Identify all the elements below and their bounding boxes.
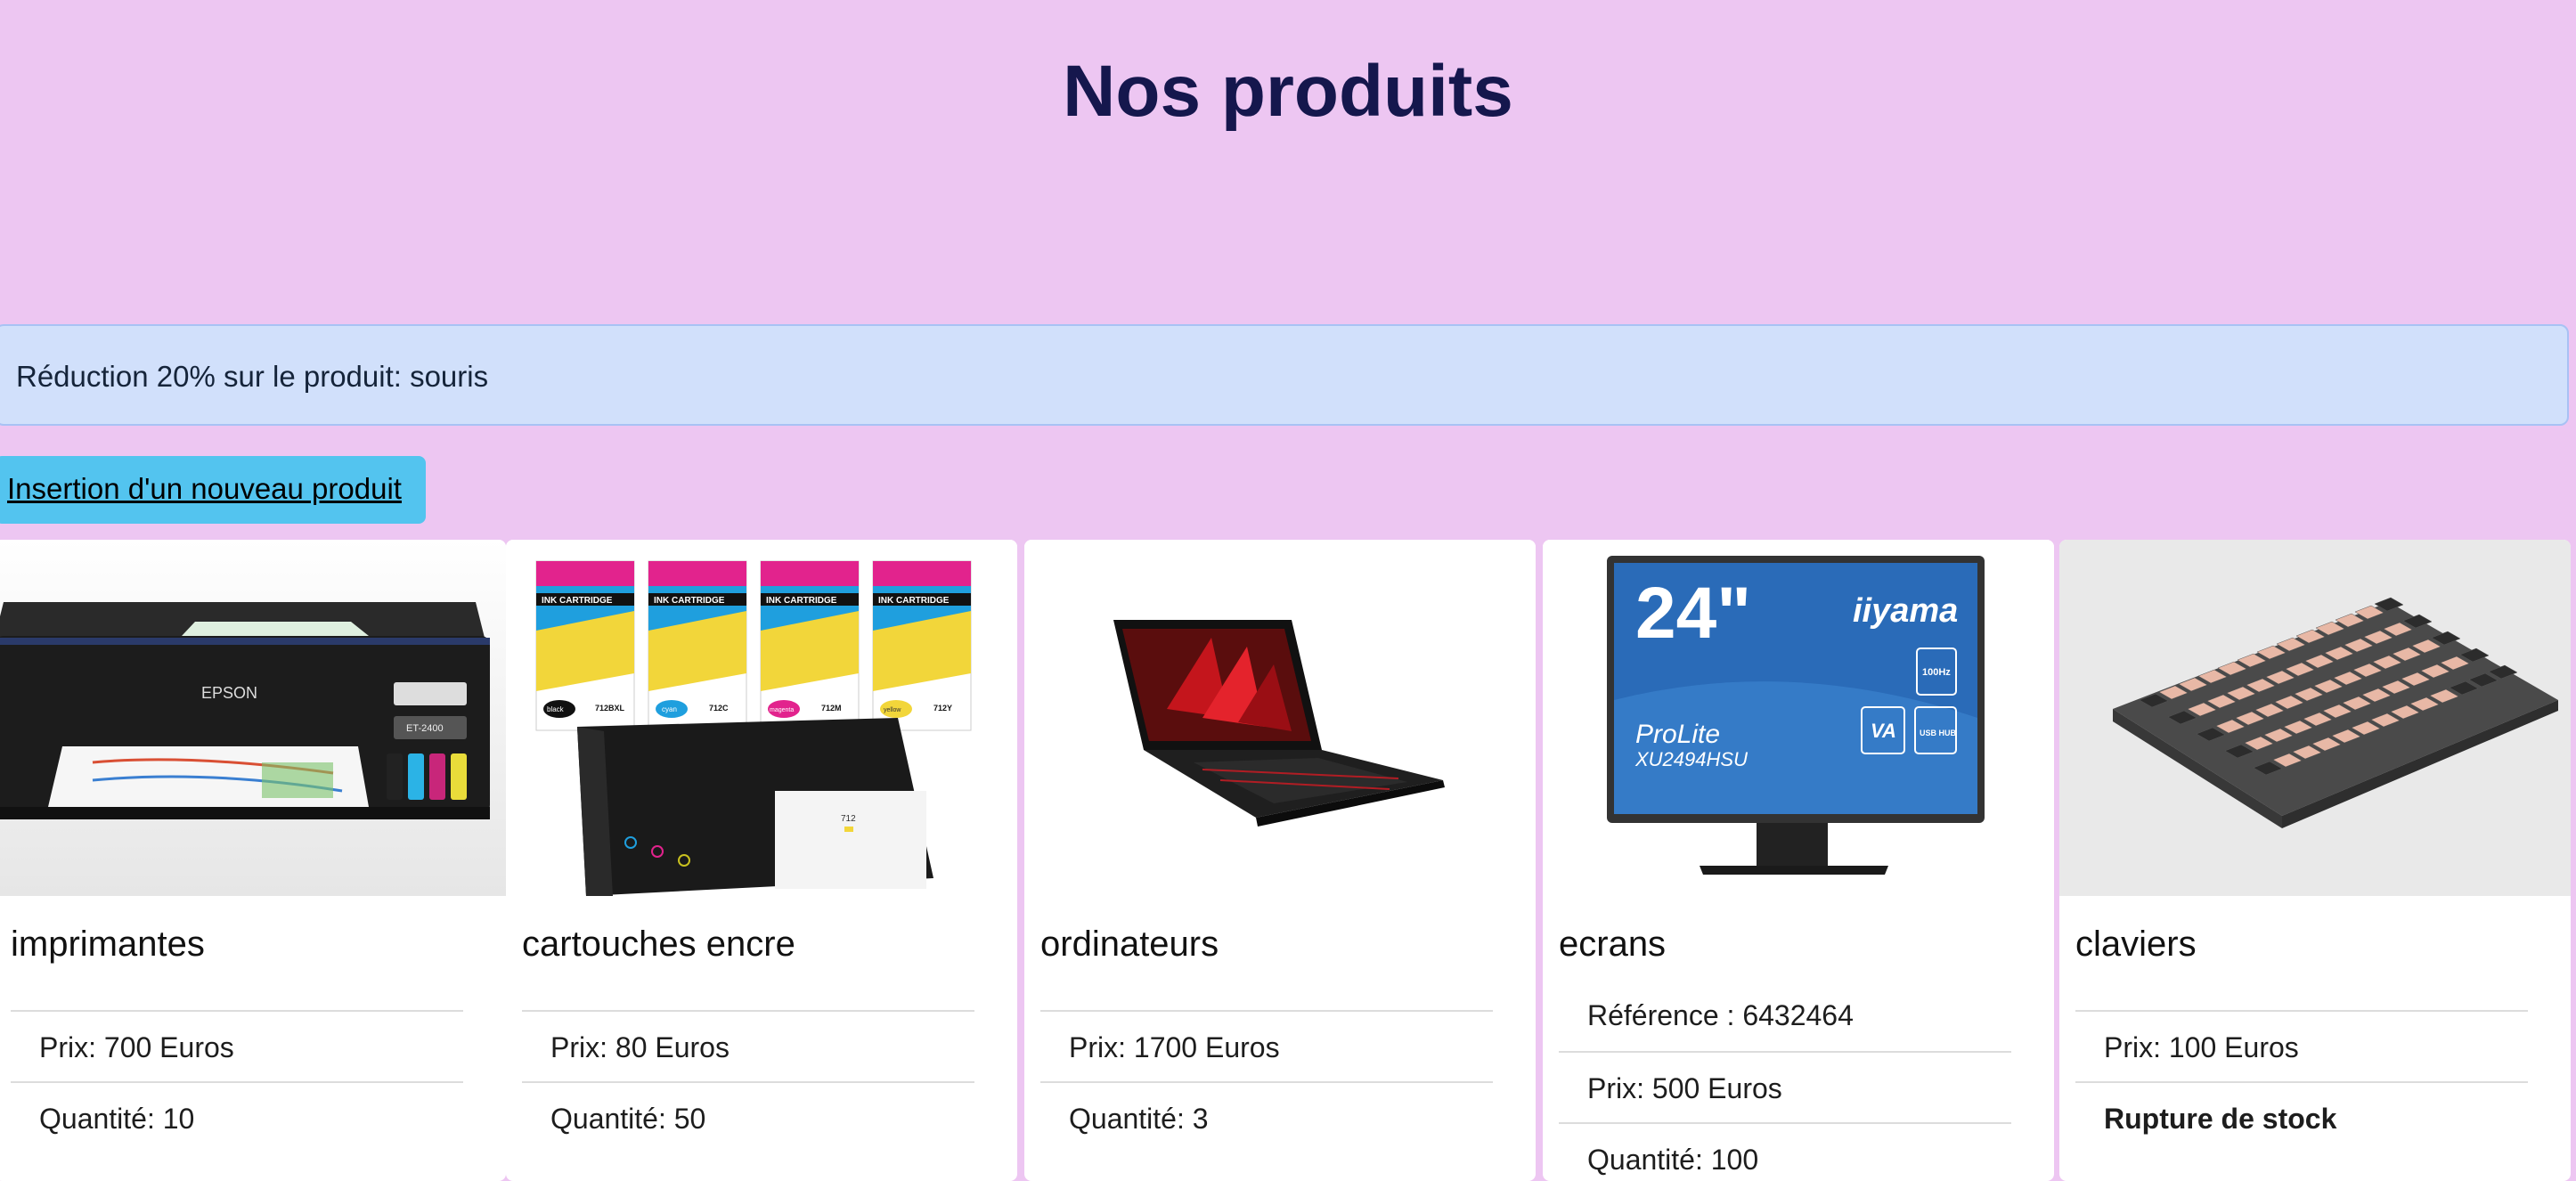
product-name: imprimantes [11, 924, 205, 964]
product-image-keyboard [2059, 540, 2571, 896]
product-details-list: Prix: 100 Euros Rupture de stock [2075, 1010, 2528, 1152]
product-stock-status: Rupture de stock [2075, 1081, 2528, 1152]
product-price: Prix: 700 Euros [11, 1010, 463, 1081]
product-quantity: Quantité: 100 [1559, 1122, 2011, 1181]
monitor-line-text: ProLite [1635, 720, 1720, 749]
svg-text:VA: VA [1871, 720, 1896, 742]
svg-text:INK CARTRIDGE: INK CARTRIDGE [654, 596, 725, 606]
product-name: cartouches encre [522, 924, 795, 964]
product-image-laptop [1024, 540, 1536, 896]
product-image-monitor: 24" iiyama 100Hz VA USB HUB ProLite XU24… [1543, 540, 2054, 896]
discount-alert-text: Réduction 20% sur le produit: souris [16, 360, 489, 393]
product-image-printer: EPSON ET-2400 [0, 540, 506, 896]
svg-text:712Y: 712Y [933, 704, 952, 713]
printer-model-text: ET-2400 [406, 723, 444, 734]
product-card-ordinateurs: ordinateurs Prix: 1700 Euros Quantité: 3 [1024, 540, 1536, 1181]
svg-text:100Hz: 100Hz [1922, 667, 1951, 678]
product-details-list: Référence : 6432464 Prix: 500 Euros Quan… [1559, 980, 2011, 1181]
product-card-imprimantes: EPSON ET-2400 imprimantes Prix: 700 Euro… [0, 540, 506, 1181]
svg-text:INK CARTRIDGE: INK CARTRIDGE [878, 596, 950, 606]
product-quantity: Quantité: 3 [1040, 1081, 1493, 1152]
product-price: Prix: 1700 Euros [1040, 1010, 1493, 1081]
product-quantity: Quantité: 10 [11, 1081, 463, 1152]
product-card-cartouches-encre: INK CARTRIDGE black 712BXL INK CARTRIDGE… [506, 540, 1017, 1181]
product-price: Prix: 80 Euros [522, 1010, 974, 1081]
svg-text:magenta: magenta [770, 707, 794, 713]
monitor-size-text: 24" [1635, 573, 1751, 654]
product-name: ordinateurs [1040, 924, 1219, 964]
product-name: ecrans [1559, 924, 1667, 964]
insert-product-link[interactable]: Insertion d'un nouveau produit [0, 456, 426, 524]
product-card-ecrans: 24" iiyama 100Hz VA USB HUB ProLite XU24… [1543, 540, 2054, 1181]
product-reference: Référence : 6432464 [1587, 999, 1854, 1031]
product-image-ink-cartridges: INK CARTRIDGE black 712BXL INK CARTRIDGE… [506, 540, 1017, 896]
svg-text:INK CARTRIDGE: INK CARTRIDGE [766, 596, 837, 606]
product-price: Prix: 100 Euros [2075, 1010, 2528, 1081]
product-quantity: Quantité: 50 [522, 1081, 974, 1152]
svg-text:712BXL: 712BXL [595, 704, 625, 713]
svg-text:712M: 712M [821, 704, 842, 713]
svg-text:black: black [547, 705, 565, 713]
svg-text:USB HUB: USB HUB [1920, 729, 1957, 737]
svg-text:712C: 712C [709, 704, 729, 713]
printer-brand-text: EPSON [201, 684, 257, 702]
product-name: claviers [2075, 924, 2197, 964]
product-details-list: Prix: 1700 Euros Quantité: 3 [1040, 1010, 1493, 1152]
svg-text:712: 712 [841, 814, 856, 824]
product-details-list: Prix: 80 Euros Quantité: 50 [522, 1010, 974, 1152]
svg-text:yellow: yellow [884, 707, 901, 713]
svg-text:INK CARTRIDGE: INK CARTRIDGE [542, 596, 613, 606]
product-details-list: Prix: 700 Euros Quantité: 10 [11, 1010, 463, 1152]
monitor-model-text: XU2494HSU [1634, 748, 1748, 770]
monitor-brand-text: iiyama [1853, 592, 1958, 630]
page-title: Nos produits [1063, 51, 1513, 132]
product-price: Prix: 500 Euros [1559, 1051, 2011, 1122]
discount-alert: Réduction 20% sur le produit: souris [0, 324, 2569, 426]
product-card-claviers: claviers Prix: 100 Euros Rupture de stoc… [2059, 540, 2571, 1181]
svg-text:cyan: cyan [662, 705, 677, 713]
